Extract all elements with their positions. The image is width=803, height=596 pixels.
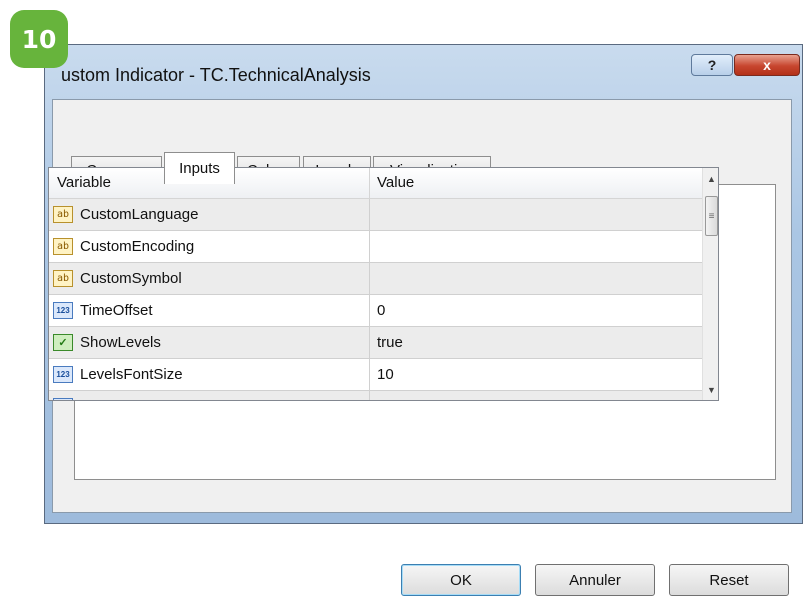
window-title: ustom Indicator - TC.TechnicalAnalysis [61,65,371,85]
variable-name: CustomSymbol [80,270,182,287]
scroll-thumb[interactable]: ≡ [705,196,718,236]
table-row[interactable]: ab CustomEncoding [49,231,702,263]
ok-button[interactable]: OK [401,564,521,596]
string-type-icon: ab [53,206,73,223]
variable-value[interactable]: true [377,327,403,359]
variable-value[interactable]: 0 [377,295,385,327]
string-type-icon: ab [53,270,73,287]
table-row-partial[interactable] [49,391,702,400]
cancel-button[interactable]: Annuler [535,564,655,596]
scroll-down-icon[interactable]: ▼ [703,381,718,398]
inputs-grid: Variable Value ab CustomLanguage ab Cust… [48,167,719,401]
table-row[interactable]: ✓ ShowLevels true [49,327,702,359]
table-row[interactable]: ab CustomLanguage [49,199,702,231]
variable-name: ShowLevels [80,334,161,351]
column-header-variable[interactable]: Variable [57,168,111,198]
variable-name: LevelsFontSize [80,366,183,383]
scroll-up-icon[interactable]: ▲ [703,170,718,187]
step-badge: 10 [10,10,68,68]
grid-header: Variable Value [49,168,702,199]
table-row[interactable]: ab CustomSymbol [49,263,702,295]
table-row[interactable]: 123 LevelsFontSize 10 [49,359,702,391]
string-type-icon: ab [53,238,73,255]
variable-name: CustomLanguage [80,206,199,223]
table-row[interactable]: 123 TimeOffset 0 [49,295,702,327]
variable-name: CustomEncoding [80,238,195,255]
column-header-value[interactable]: Value [377,168,414,198]
help-button[interactable]: ? [691,54,733,76]
bool-type-icon: ✓ [53,334,73,351]
column-divider[interactable] [369,168,370,198]
close-button[interactable]: x [734,54,800,76]
number-type-icon [53,398,73,400]
variable-value[interactable]: 10 [377,359,394,391]
tab-inputs[interactable]: Inputs [164,152,235,184]
number-type-icon: 123 [53,366,73,383]
variable-name: TimeOffset [80,302,153,319]
vertical-scrollbar[interactable]: ▲ ≡ ▼ [702,168,718,400]
number-type-icon: 123 [53,302,73,319]
reset-button[interactable]: Reset [669,564,789,596]
